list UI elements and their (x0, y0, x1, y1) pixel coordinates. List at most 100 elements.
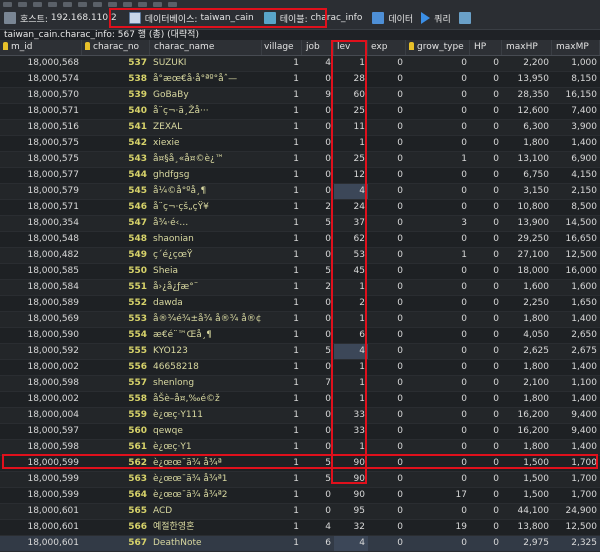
cell-m_id[interactable]: 18,000,599 (0, 488, 82, 503)
table-row[interactable]: 18,000,571 540 å¨ç¬·ä¸Žå··· 1 0 25 0 0 0 12,600 7,… (0, 104, 600, 120)
cell-exp[interactable]: 0 (368, 136, 406, 151)
cell-job[interactable]: 0 (302, 136, 334, 151)
cell-job[interactable]: 0 (302, 392, 334, 407)
cell-job[interactable]: 2 (302, 200, 334, 215)
cell-charac_no[interactable]: 543 (82, 152, 150, 167)
cell-exp[interactable]: 0 (368, 280, 406, 295)
cell-charac_name[interactable]: å®¾é¾±å¾ å®¾ å®¢ (150, 312, 262, 327)
cell-lev[interactable]: 62 (334, 232, 368, 247)
cell-grow_type[interactable]: 0 (406, 328, 470, 343)
cell-charac_no[interactable]: 565 (82, 504, 150, 519)
cell-charac_no[interactable]: 546 (82, 200, 150, 215)
table-row[interactable]: 18,000,577 544 ghdfgsg 1 0 12 0 0 0 6,750 4,150 (0, 168, 600, 184)
cell-charac_name[interactable]: å¼©å°ºå¸¶ (150, 184, 262, 199)
cell-lev[interactable]: 1 (334, 440, 368, 455)
table-row[interactable]: 18,000,601 567 DeathNote 1 6 4 0 0 0 2,975 2,325 (0, 536, 600, 552)
cell-exp[interactable]: 0 (368, 328, 406, 343)
table-row[interactable]: 18,000,568 537 SUZUKI 1 4 1 0 0 0 2,200 1,000 (0, 56, 600, 72)
cell-lev[interactable]: 25 (334, 104, 368, 119)
cell-lev[interactable]: 25 (334, 152, 368, 167)
cell-village[interactable]: 1 (262, 504, 302, 519)
cell-village[interactable]: 1 (262, 360, 302, 375)
cell-village[interactable]: 1 (262, 56, 302, 71)
cell-village[interactable]: 1 (262, 104, 302, 119)
cell-exp[interactable]: 0 (368, 88, 406, 103)
tab-data[interactable]: 데이터 (372, 12, 413, 25)
cell-m_id[interactable]: 18,000,002 (0, 392, 82, 407)
table-row[interactable]: 18,000,598 561 è¿œç·Y1 1 0 1 0 0 0 1,800 1,400 (0, 440, 600, 456)
cell-charac_no[interactable]: 556 (82, 360, 150, 375)
cell-charac_name[interactable]: GoBaBy (150, 88, 262, 103)
cell-exp[interactable]: 0 (368, 264, 406, 279)
col-header-maxMP[interactable]: maxMP (552, 40, 600, 55)
cell-grow_type[interactable]: 0 (406, 456, 470, 471)
cell-lev[interactable]: 2 (334, 296, 368, 311)
cell-lev[interactable]: 95 (334, 504, 368, 519)
cell-maxMP[interactable]: 2,650 (552, 328, 600, 343)
cell-charac_name[interactable]: ghdfgsg (150, 168, 262, 183)
cell-lev[interactable]: 11 (334, 120, 368, 135)
table-row[interactable]: 18,000,575 542 xiexie 1 0 1 0 0 0 1,800 1,400 (0, 136, 600, 152)
cell-maxMP[interactable]: 9,400 (552, 424, 600, 439)
cell-maxHP[interactable]: 12,600 (502, 104, 552, 119)
cell-exp[interactable]: 0 (368, 56, 406, 71)
cell-job[interactable]: 6 (302, 536, 334, 551)
cell-exp[interactable]: 0 (368, 440, 406, 455)
cell-m_id[interactable]: 18,000,354 (0, 216, 82, 231)
cell-HP[interactable]: 0 (470, 424, 502, 439)
cell-maxHP[interactable]: 6,750 (502, 168, 552, 183)
cell-grow_type[interactable]: 0 (406, 56, 470, 71)
cell-m_id[interactable]: 18,000,568 (0, 56, 82, 71)
col-header-grow_type[interactable]: grow_type (406, 40, 470, 55)
cell-lev[interactable]: 32 (334, 520, 368, 535)
cell-maxHP[interactable]: 1,800 (502, 136, 552, 151)
cell-job[interactable]: 0 (302, 504, 334, 519)
cell-lev[interactable]: 37 (334, 216, 368, 231)
cell-maxMP[interactable]: 2,325 (552, 536, 600, 551)
cell-charac_no[interactable]: 560 (82, 424, 150, 439)
cell-lev[interactable]: 1 (334, 360, 368, 375)
cell-exp[interactable]: 0 (368, 360, 406, 375)
cell-maxHP[interactable]: 27,100 (502, 248, 552, 263)
cell-maxMP[interactable]: 1,650 (552, 296, 600, 311)
cell-m_id[interactable]: 18,000,569 (0, 312, 82, 327)
col-header-HP[interactable]: HP (470, 40, 502, 55)
cell-charac_no[interactable]: 555 (82, 344, 150, 359)
cell-lev[interactable]: 1 (334, 392, 368, 407)
table-row[interactable]: 18,000,548 548 shaonian 1 0 62 0 0 0 29,250 16,650 (0, 232, 600, 248)
cell-charac_no[interactable]: 561 (82, 440, 150, 455)
cell-job[interactable]: 0 (302, 360, 334, 375)
cell-charac_name[interactable]: qewqe (150, 424, 262, 439)
cell-HP[interactable]: 0 (470, 328, 502, 343)
cell-charac_name[interactable]: KYO123 (150, 344, 262, 359)
cell-job[interactable]: 0 (302, 72, 334, 87)
cell-maxHP[interactable]: 28,350 (502, 88, 552, 103)
cell-village[interactable]: 1 (262, 520, 302, 535)
cell-maxMP[interactable]: 16,650 (552, 232, 600, 247)
cell-maxMP[interactable]: 1,400 (552, 360, 600, 375)
cell-lev[interactable]: 4 (334, 184, 368, 199)
col-header-charac_name[interactable]: charac_name (150, 40, 262, 55)
cell-grow_type[interactable]: 0 (406, 392, 470, 407)
cell-grow_type[interactable]: 0 (406, 232, 470, 247)
cell-maxHP[interactable]: 13,950 (502, 72, 552, 87)
cell-m_id[interactable]: 18,000,589 (0, 296, 82, 311)
cell-lev[interactable]: 90 (334, 472, 368, 487)
cell-charac_name[interactable]: dawda (150, 296, 262, 311)
cell-exp[interactable]: 0 (368, 472, 406, 487)
cell-maxMP[interactable]: 1,700 (552, 488, 600, 503)
cell-maxMP[interactable]: 1,700 (552, 472, 600, 487)
cell-job[interactable]: 0 (302, 328, 334, 343)
cell-village[interactable]: 1 (262, 328, 302, 343)
table-row[interactable]: 18,000,590 554 æ€é¨™Œå¸¶ 1 0 6 0 0 0 4,050 2,650 (0, 328, 600, 344)
cell-grow_type[interactable]: 0 (406, 472, 470, 487)
cell-m_id[interactable]: 18,000,548 (0, 232, 82, 247)
cell-grow_type[interactable]: 0 (406, 168, 470, 183)
cell-grow_type[interactable]: 0 (406, 344, 470, 359)
cell-village[interactable]: 1 (262, 344, 302, 359)
cell-charac_name[interactable]: shenlong (150, 376, 262, 391)
cell-charac_name[interactable]: å›¿å¿ƒæ°¨ (150, 280, 262, 295)
cell-village[interactable]: 1 (262, 312, 302, 327)
col-header-job[interactable]: job (302, 40, 334, 55)
cell-village[interactable]: 1 (262, 392, 302, 407)
